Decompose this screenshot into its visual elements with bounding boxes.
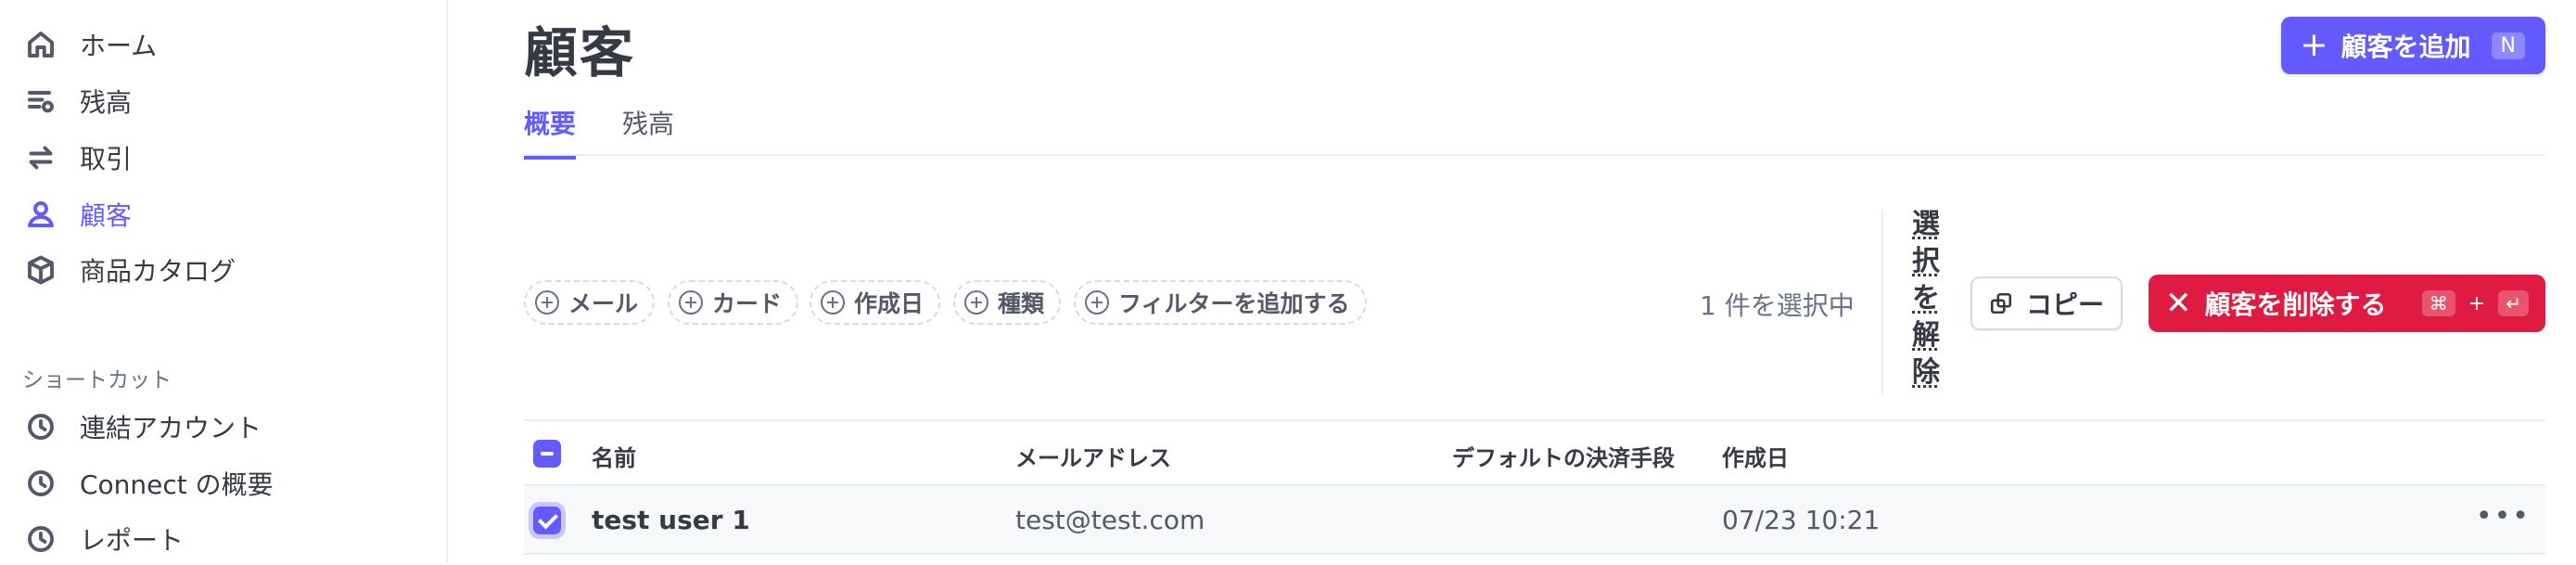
customers-table: 名前 メールアドレス デフォルトの決済手段 作成日 test user 1 te…: [524, 419, 2545, 555]
add-filter-chip[interactable]: フィルターを追加する: [1074, 280, 1367, 325]
clock-icon: [28, 414, 54, 440]
tab-bar: 概要 残高: [524, 96, 2545, 160]
filter-chip-created[interactable]: 作成日: [810, 280, 941, 325]
shortcut-item-connect-overview[interactable]: Connect の概要: [24, 457, 274, 509]
clock-icon: [28, 470, 54, 496]
shortcut-item-label: 連結アカウント: [80, 413, 262, 443]
shortcut-plus: +: [2468, 291, 2486, 315]
filter-chip-label: メール: [568, 290, 639, 317]
main-content: 顧客 + 顧客を追加 N 概要 残高 メール カード 作成日 種類 フィルターを…: [524, 0, 2545, 562]
selection-count: 1 件を選択中: [1700, 290, 1855, 321]
sidebar-item-label: 残高: [80, 87, 133, 118]
filter-chip-type[interactable]: 種類: [953, 280, 1062, 325]
customer-email: test@test.com: [1015, 505, 1205, 535]
shortcut-item-connected-accounts[interactable]: 連結アカウント: [24, 401, 261, 453]
filter-chip-email[interactable]: メール: [524, 280, 656, 325]
column-header-payment-method[interactable]: デフォルトの決済手段: [1452, 440, 1675, 472]
sidebar-item-label: 取引: [80, 144, 133, 174]
home-icon: [28, 32, 54, 58]
shortcuts-heading: ショートカット: [22, 368, 172, 392]
column-header-email[interactable]: メールアドレス: [1015, 440, 1171, 472]
add-circle-icon: [964, 290, 988, 315]
sidebar-item-transactions[interactable]: 取引: [24, 132, 132, 184]
delete-customers-button[interactable]: ✕ 顧客を削除する ⌘ + ↵: [2149, 275, 2545, 332]
copy-icon: [1990, 292, 2012, 315]
add-customer-label: 顧客を追加: [2340, 32, 2471, 62]
clock-icon: [28, 526, 54, 552]
plus-icon: +: [2300, 26, 2328, 64]
sidebar-item-home[interactable]: ホーム: [24, 19, 157, 71]
table-row[interactable]: test user 1 test@test.com 07/23 10:21 ••…: [524, 486, 2545, 555]
transfer-icon: [29, 146, 53, 170]
more-actions-icon[interactable]: •••: [2476, 503, 2531, 531]
sidebar: ホーム 残高 取引 顧客 商品カタログ ショートカット 連結アカウント Conn…: [0, 0, 448, 562]
filter-chip-label: カード: [712, 290, 783, 317]
person-icon: [28, 201, 54, 227]
delete-label: 顧客を削除する: [2204, 289, 2387, 320]
box-icon: [28, 255, 54, 285]
add-circle-icon: [535, 290, 559, 315]
shortcut-item-label: レポート: [80, 525, 185, 556]
copy-label: コピー: [2026, 289, 2105, 320]
add-customer-button[interactable]: + 顧客を追加 N: [2281, 17, 2545, 74]
tab-balance[interactable]: 残高: [622, 104, 674, 156]
customer-created-date: 07/23 10:21: [1722, 505, 1881, 535]
add-circle-icon: [679, 290, 703, 315]
column-header-name[interactable]: 名前: [592, 440, 636, 472]
close-icon: ✕: [2165, 285, 2192, 322]
divider: [1881, 210, 1883, 395]
filter-chip-label: 作成日: [854, 290, 925, 317]
filter-toolbar: メール カード 作成日 種類 フィルターを追加する 1 件を選択中 選択を解除 …: [524, 206, 2545, 401]
select-all-checkbox[interactable]: [533, 440, 561, 468]
shortcut-item-reports[interactable]: レポート: [24, 513, 184, 565]
sidebar-item-balance[interactable]: 残高: [24, 75, 132, 127]
sidebar-item-label: ホーム: [80, 31, 158, 61]
filter-chip-label: 種類: [998, 290, 1045, 317]
page-title: 顧客: [524, 21, 636, 84]
column-header-created[interactable]: 作成日: [1722, 440, 1789, 472]
tab-overview[interactable]: 概要: [524, 104, 577, 160]
keyboard-shortcut-badge: N: [2491, 32, 2525, 59]
sidebar-item-label: 顧客: [80, 200, 133, 231]
sidebar-item-customers[interactable]: 顧客: [24, 188, 132, 240]
balance-icon: [28, 91, 54, 113]
filter-chip-card[interactable]: カード: [668, 280, 799, 325]
row-checkbox[interactable]: [533, 507, 561, 534]
customer-name[interactable]: test user 1: [592, 505, 750, 535]
shortcut-item-label: Connect の概要: [80, 469, 274, 500]
add-circle-icon: [1085, 290, 1109, 315]
table-header: 名前 メールアドレス デフォルトの決済手段 作成日: [524, 419, 2545, 486]
add-circle-icon: [821, 290, 845, 315]
deselect-button[interactable]: 選択を解除: [1912, 206, 1949, 392]
filter-chip-label: フィルターを追加する: [1118, 290, 1350, 317]
copy-button[interactable]: コピー: [1970, 276, 2123, 330]
sidebar-item-product-catalog[interactable]: 商品カタログ: [24, 244, 236, 296]
sidebar-item-label: 商品カタログ: [80, 256, 236, 287]
command-key-badge: ⌘: [2421, 290, 2455, 316]
enter-key-badge: ↵: [2498, 290, 2529, 316]
